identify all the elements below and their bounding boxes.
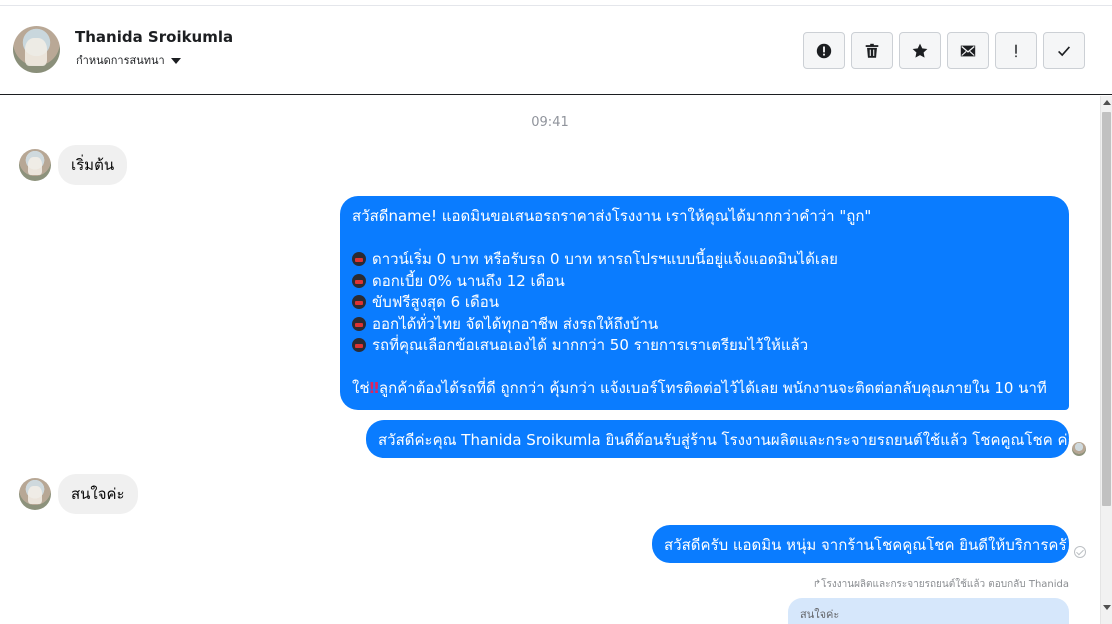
thread-scrollbar[interactable] xyxy=(1100,96,1112,624)
car-emoji-icon xyxy=(352,338,366,352)
scroll-down-icon[interactable] xyxy=(1103,605,1111,610)
outgoing-message-promo[interactable]: สวัสดีname! แอดมินขอเสนอรถราคาส่งโรงงาน … xyxy=(340,196,1069,410)
scroll-up-icon[interactable] xyxy=(1103,100,1111,105)
trash-icon xyxy=(865,43,879,58)
conversation-options-dropdown[interactable]: กำหนดการสนทนา xyxy=(76,51,181,69)
exclamation-icon xyxy=(1015,44,1017,57)
message-timestamp: 09:41 xyxy=(531,115,569,130)
mark-unread-button[interactable] xyxy=(947,32,989,69)
contact-name[interactable]: Thanida Sroikumla xyxy=(75,28,233,46)
message-line: ออกได้ทั่วไทย จัดได้ทุกอาชีพ ส่งรถให้ถึง… xyxy=(352,314,1057,336)
contact-avatar-small xyxy=(19,149,51,181)
outgoing-message-admin[interactable]: สวัสดีครับ แอดมิน หนุ่ม จากร้านโชคคูณโชค… xyxy=(652,525,1069,563)
reply-preview[interactable]: สนใจค่ะ xyxy=(788,598,1069,624)
contact-avatar[interactable] xyxy=(13,26,60,73)
car-emoji-icon xyxy=(352,316,366,331)
seen-avatar xyxy=(1072,442,1086,456)
outgoing-message-welcome[interactable]: สวัสดีค่ะคุณ Thanida Sroikumla ยินดีต้อน… xyxy=(366,420,1069,458)
contact-avatar-small xyxy=(19,478,51,510)
delete-button[interactable] xyxy=(851,32,893,69)
header-actions xyxy=(803,32,1085,69)
message-thread[interactable]: 09:41 เริ่มต้น สวัสดีname! แอดมินขอเสนอร… xyxy=(0,96,1100,624)
mark-done-button[interactable] xyxy=(1043,32,1085,69)
star-button[interactable] xyxy=(899,32,941,69)
double-exclamation-icon: ‼ xyxy=(369,379,379,397)
incoming-message[interactable]: เริ่มต้น xyxy=(58,145,128,185)
message-line: สวัสดีname! แอดมินขอเสนอรถราคาส่งโรงงาน … xyxy=(352,207,872,225)
alert-circle-icon xyxy=(816,43,832,58)
incoming-message[interactable]: สนใจค่ะ xyxy=(58,474,138,514)
conversation-options-label: กำหนดการสนทนา xyxy=(76,54,165,67)
message-line: ดาวน์เริ่ม 0 บาท หรือรับรถ 0 บาท หารถโปร… xyxy=(352,249,1057,271)
top-border xyxy=(0,0,1112,6)
message-line: ขับฟรีสูงสุด 6 เดือน xyxy=(352,292,1057,314)
car-emoji-icon xyxy=(352,295,366,309)
sent-check-icon xyxy=(1074,546,1086,558)
reply-arrow-icon: ↱ xyxy=(812,579,822,590)
check-icon xyxy=(1058,45,1071,56)
report-button[interactable] xyxy=(803,32,845,69)
star-icon xyxy=(912,43,928,58)
car-emoji-icon xyxy=(352,252,366,266)
message-line: ดอกเบี้ย 0% นานถึง 12 เดือน xyxy=(352,271,1057,293)
conversation-header: Thanida Sroikumla กำหนดการสนทนา xyxy=(0,7,1112,95)
car-emoji-icon xyxy=(352,273,366,288)
reply-meta: ↱โรงงานผลิตและกระจายรถยนต์ใช้แล้ว ตอบกลั… xyxy=(812,579,1069,590)
message-line: ใช่‼ลูกค้าต้องได้รถที่ดี ถูกกว่า คุ้มกว่… xyxy=(352,379,1047,397)
mark-important-button[interactable] xyxy=(995,32,1037,69)
caret-down-icon xyxy=(170,57,181,64)
message-line: รถที่คุณเลือกข้อเสนอเองได้ มากกว่า 50 รา… xyxy=(352,335,1057,357)
envelope-icon xyxy=(960,45,976,56)
scroll-thumb[interactable] xyxy=(1102,112,1111,506)
